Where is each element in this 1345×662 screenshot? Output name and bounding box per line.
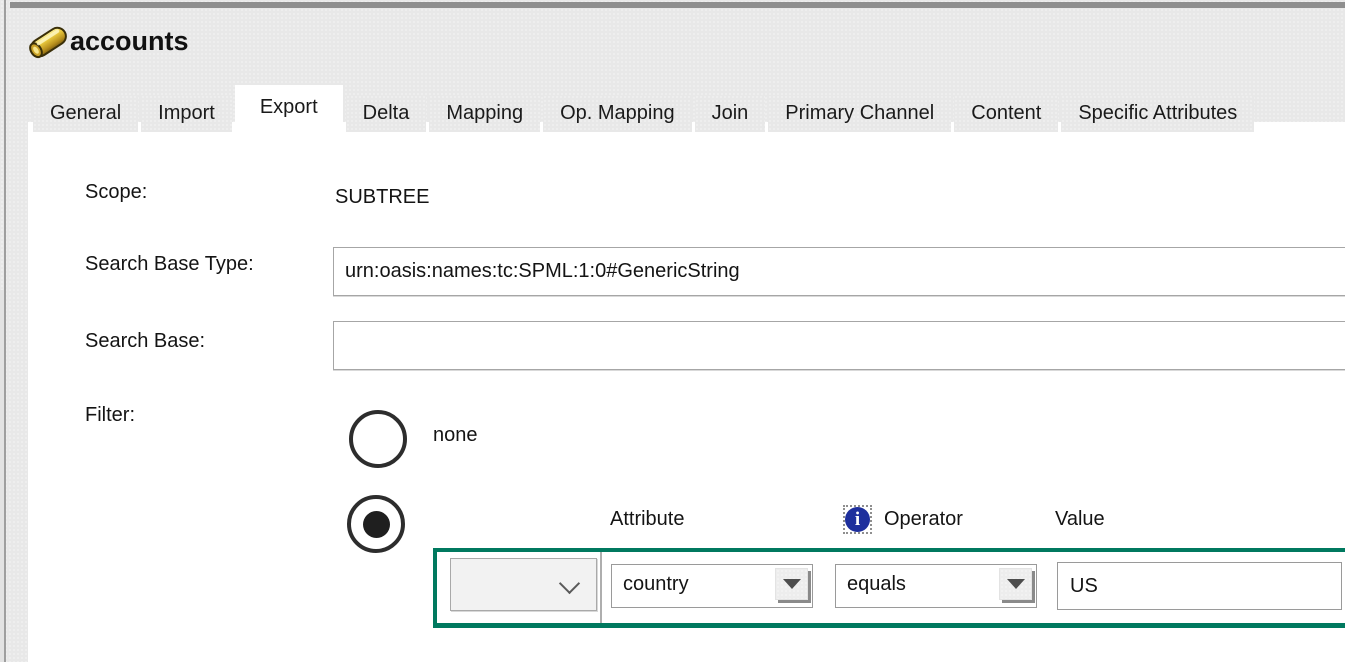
info-icon-glyph: i [845,507,870,532]
tab-import[interactable]: Import [141,95,232,132]
tab-bar: General Import Export Delta Mapping Op. … [33,85,1257,132]
filter-none-radio[interactable] [349,410,407,468]
filter-none-label: none [433,424,478,447]
scope-label: Scope: [85,181,147,204]
tab-join[interactable]: Join [695,95,766,132]
left-panel-edge [0,290,4,662]
dropdown-arrow-icon [1007,579,1025,589]
tab-primary-channel[interactable]: Primary Channel [768,95,951,132]
operator-dropdown[interactable]: equals [835,564,1037,608]
attribute-column-header: Attribute [610,508,684,531]
filter-link-dropdown[interactable] [450,558,597,611]
dropdown-arrow-icon [783,579,801,589]
search-base-type-input[interactable] [333,247,1345,296]
attribute-dropdown-value: country [623,573,689,596]
value-column-header: Value [1055,508,1105,531]
connector-icon [24,19,72,67]
tab-op-mapping[interactable]: Op. Mapping [543,95,692,132]
search-base-type-label: Search Base Type: [85,253,254,276]
attribute-dropdown-button[interactable] [775,568,808,600]
operator-dropdown-value: equals [847,573,906,596]
window-top-divider [10,2,1345,8]
tab-export[interactable]: Export [235,85,343,132]
filter-label: Filter: [85,404,135,427]
page-title: accounts [70,26,189,57]
tab-mapping[interactable]: Mapping [429,95,540,132]
radio-selected-dot [363,511,390,538]
tab-specific-attributes[interactable]: Specific Attributes [1061,95,1254,132]
attribute-dropdown[interactable]: country [611,564,813,608]
tab-general[interactable]: General [33,95,138,132]
info-icon[interactable]: i [843,505,872,534]
export-tab-page: accounts General Import Export Delta Map… [0,0,1345,662]
operator-dropdown-button[interactable] [999,568,1032,600]
column-separator [600,552,602,623]
search-base-input[interactable] [333,321,1345,370]
filter-value-input[interactable] [1057,562,1342,610]
chevron-down-icon [559,573,580,594]
filter-condition-table: country equals [433,548,1345,628]
scope-value: SUBTREE [335,186,429,209]
operator-column-header: Operator [884,508,963,531]
search-base-label: Search Base: [85,330,205,353]
filter-custom-radio[interactable] [347,495,405,553]
left-panel-divider [4,0,6,662]
tab-delta[interactable]: Delta [346,95,427,132]
tab-content[interactable]: Content [954,95,1058,132]
